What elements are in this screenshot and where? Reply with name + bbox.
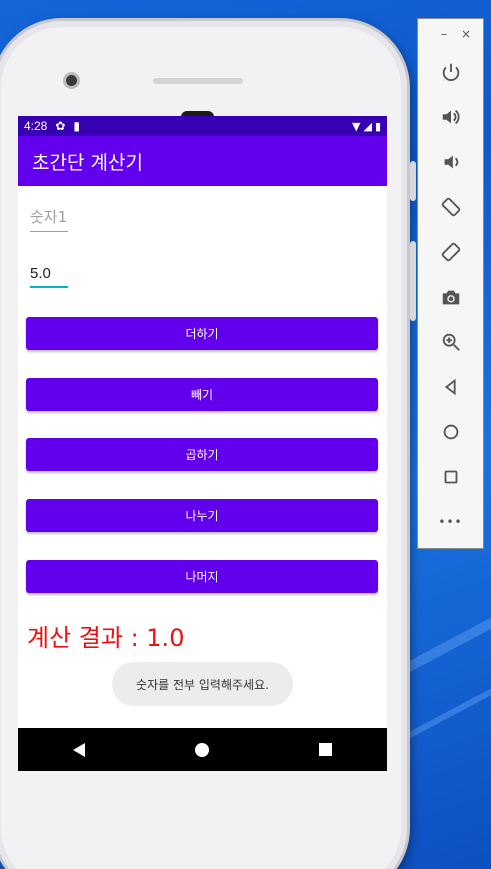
rotate-right-icon[interactable] xyxy=(418,237,483,267)
add-button[interactable]: 더하기 xyxy=(26,317,378,350)
subtract-button[interactable]: 빼기 xyxy=(26,378,378,411)
device-screen: 4:28 ✿ ▮ ▼ ◢ ▮ 초간단 계산기 숫자1 5.0 더하기 빼기 곱하… xyxy=(18,116,387,771)
wallpaper-streak xyxy=(397,662,491,744)
number2-input[interactable]: 5.0 xyxy=(30,265,68,288)
earpiece-speaker xyxy=(153,78,243,84)
front-camera xyxy=(63,72,80,89)
status-time: 4:28 xyxy=(24,119,48,133)
navigation-bar xyxy=(18,728,387,771)
volume-down-icon[interactable] xyxy=(418,147,483,177)
overview-icon[interactable] xyxy=(418,462,483,492)
power-side-button[interactable] xyxy=(410,161,416,201)
battery-icon: ▮ xyxy=(374,119,381,133)
app-bar: 초간단 계산기 xyxy=(18,136,387,186)
divide-button[interactable]: 나누기 xyxy=(26,499,378,532)
camera-icon[interactable] xyxy=(418,282,483,312)
status-bar: 4:28 ✿ ▮ ▼ ◢ ▮ xyxy=(18,116,387,136)
remainder-button[interactable]: 나머지 xyxy=(26,560,378,593)
emulator-toolbar: – × ••• xyxy=(417,18,484,549)
home-icon[interactable] xyxy=(418,417,483,447)
wifi-icon: ▼ xyxy=(352,119,361,133)
nav-back-icon[interactable] xyxy=(73,742,85,757)
nav-home-icon[interactable] xyxy=(195,742,209,757)
power-icon[interactable] xyxy=(418,57,483,87)
rotate-left-icon[interactable] xyxy=(418,192,483,222)
settings-icon: ✿ xyxy=(55,119,66,133)
app-title: 초간단 계산기 xyxy=(32,151,143,174)
zoom-icon[interactable] xyxy=(418,327,483,357)
result-text: 계산 결과 : 1.0 xyxy=(27,624,185,652)
nav-recents-icon[interactable] xyxy=(319,743,332,756)
volume-side-button[interactable] xyxy=(410,241,416,321)
minimize-button[interactable]: – xyxy=(441,27,447,41)
more-icon[interactable]: ••• xyxy=(418,507,483,537)
toast-message: 숫자를 전부 입력해주세요. xyxy=(112,662,293,706)
back-icon[interactable] xyxy=(418,372,483,402)
sd-card-icon: ▮ xyxy=(73,119,81,133)
close-button[interactable]: × xyxy=(461,27,471,41)
signal-icon: ◢ xyxy=(363,119,372,133)
multiply-button[interactable]: 곱하기 xyxy=(26,438,378,471)
volume-up-icon[interactable] xyxy=(418,102,483,132)
number1-input[interactable]: 숫자1 xyxy=(30,206,68,232)
